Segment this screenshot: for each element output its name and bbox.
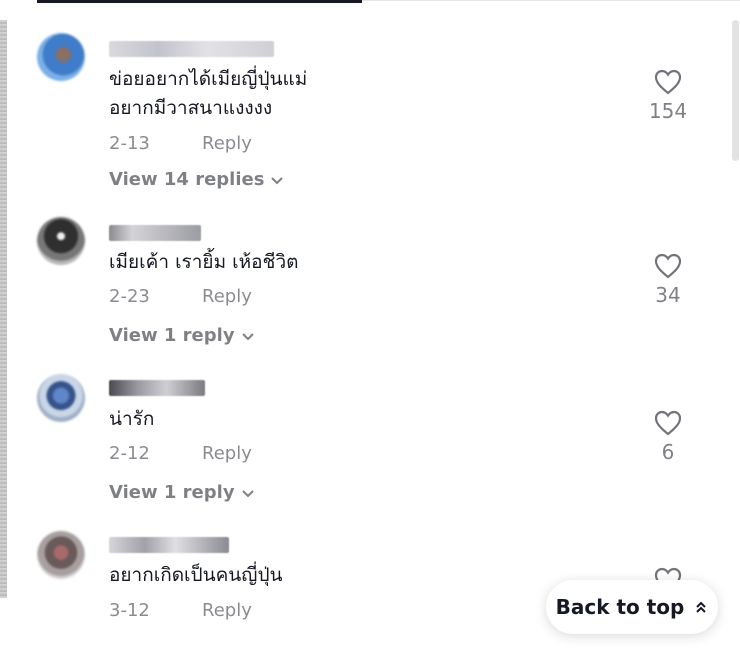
like-button[interactable]: 6 — [643, 410, 693, 464]
comment-text: เมียเค้า เรายิ้ม เห้อชีวิต — [109, 251, 299, 273]
like-button[interactable]: 154 — [643, 69, 693, 123]
chevron-down-icon — [271, 176, 284, 184]
avatar[interactable] — [37, 374, 85, 422]
heart-outline-icon — [654, 69, 682, 95]
chevron-down-icon — [241, 489, 254, 497]
comment-text: น่ารัก — [109, 408, 155, 430]
left-edge-strip — [0, 20, 7, 598]
comment-date: 2-13 — [109, 133, 150, 154]
active-tab-indicator — [37, 0, 362, 3]
view-replies-label: View 1 reply — [109, 482, 235, 503]
double-chevron-up-icon — [696, 601, 707, 613]
like-count: 34 — [655, 283, 681, 307]
comment-date: 3-12 — [109, 600, 150, 621]
back-to-top-button[interactable]: Back to top — [546, 580, 718, 634]
reply-button[interactable]: Reply — [202, 600, 252, 621]
heart-outline-icon — [654, 253, 682, 279]
comment-text: อยากเกิดเป็นคนญี่ปุ่น — [109, 564, 283, 586]
username-blurred[interactable] — [109, 380, 205, 396]
heart-outline-icon — [654, 410, 682, 436]
avatar[interactable] — [37, 217, 85, 265]
reply-button[interactable]: Reply — [202, 286, 252, 307]
username-blurred[interactable] — [109, 41, 274, 57]
avatar[interactable] — [37, 33, 85, 81]
comment-meta: 2-23 Reply — [109, 286, 252, 307]
view-replies-button[interactable]: View 1 reply — [109, 325, 255, 346]
comment-date: 2-23 — [109, 286, 150, 307]
like-button[interactable]: 34 — [643, 253, 693, 307]
comment-date: 2-12 — [109, 443, 150, 464]
reply-button[interactable]: Reply — [202, 443, 252, 464]
back-to-top-label: Back to top — [555, 595, 685, 619]
comment-text: ข่อยอยากได้เมียญี่ปุ่นแม่ อยากมีวาสนาแงง… — [109, 68, 308, 119]
like-count: 154 — [648, 99, 688, 123]
view-replies-button[interactable]: View 14 replies — [109, 169, 284, 190]
view-replies-button[interactable]: View 1 reply — [109, 482, 255, 503]
chevron-down-icon — [241, 332, 254, 340]
like-count: 6 — [661, 440, 675, 464]
reply-button[interactable]: Reply — [202, 133, 252, 154]
username-blurred[interactable] — [109, 537, 229, 553]
comment-meta: 3-12 Reply — [109, 600, 252, 621]
username-blurred[interactable] — [109, 225, 201, 241]
comment-meta: 2-12 Reply — [109, 443, 252, 464]
comment-meta: 2-13 Reply — [109, 133, 252, 154]
scrollbar-thumb[interactable] — [732, 20, 739, 161]
avatar[interactable] — [37, 531, 85, 579]
view-replies-label: View 14 replies — [109, 169, 265, 190]
view-replies-label: View 1 reply — [109, 325, 235, 346]
